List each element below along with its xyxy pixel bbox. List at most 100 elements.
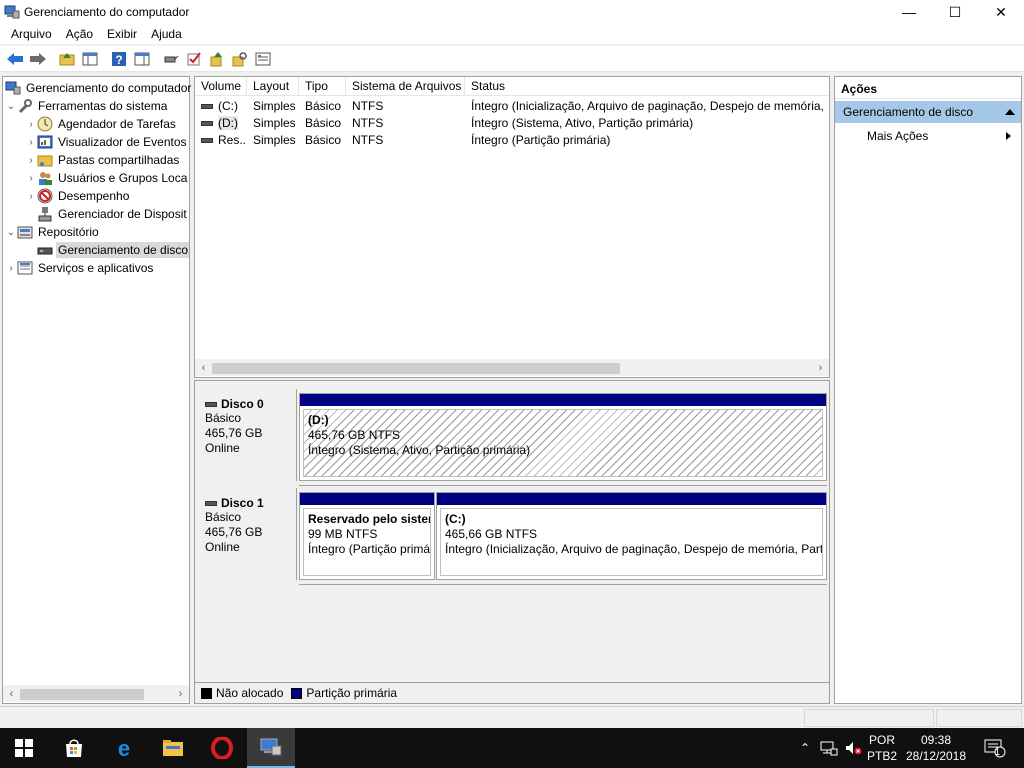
computer-management-icon [4,4,20,20]
scroll-right-icon[interactable]: › [172,688,189,700]
partition-c[interactable]: (C:) 465,66 GB NTFS Íntegro (Inicializaç… [436,492,827,580]
start-icon[interactable] [0,728,48,768]
window-title: Gerenciamento do computador [24,5,190,19]
tree-item-local-users[interactable]: › Usuários e Grupos Loca [25,169,189,187]
chevron-right-icon[interactable]: › [25,137,37,148]
minimize-button[interactable]: — [886,0,932,24]
menu-ajuda[interactable]: Ajuda [144,27,189,41]
tree-label: Repositório [38,225,99,239]
chevron-down-icon[interactable]: ⌄ [5,101,17,112]
tree-item-shared-folders[interactable]: › Pastas compartilhadas [25,151,181,169]
disk-management-icon [37,242,53,258]
tree-item-event-viewer[interactable]: › Visualizador de Eventos [25,133,189,151]
column-header-filesystem[interactable]: Sistema de Arquivos [346,77,465,96]
chevron-right-icon[interactable]: › [25,119,37,130]
menu-exibir[interactable]: Exibir [100,27,144,41]
partition-system-reserved[interactable]: Reservado pelo sisten 99 MB NTFS Íntegro… [299,492,435,580]
tree-item-root[interactable]: Gerenciamento do computador [5,79,193,97]
tree-item-disk-management[interactable]: Gerenciamento de disco [37,241,189,259]
partition-type-bar [437,493,826,505]
menu-acao[interactable]: Ação [59,27,100,41]
legend: Não alocado Partição primária [194,682,830,704]
tree-item-performance[interactable]: › Desempenho [25,187,131,205]
table-row[interactable]: (C:) Simples Básico NTFS Íntegro (Inicia… [195,97,829,114]
primary-swatch [291,687,303,699]
scroll-left-icon[interactable]: ‹ [3,688,20,700]
help-icon[interactable]: ? [107,48,130,70]
show-hide-tree-icon[interactable] [78,48,101,70]
up-folder-icon[interactable] [55,48,78,70]
column-header-layout[interactable]: Layout [247,77,299,96]
network-icon[interactable] [818,728,840,768]
connect-icon[interactable] [159,48,182,70]
disk-1-label[interactable]: Disco 1 Básico 465,76 GB Online [199,488,297,580]
maximize-button[interactable]: ☐ [932,0,978,24]
partition-d[interactable]: (D:) 465,76 GB NTFS Íntegro (Sistema, At… [299,393,827,481]
divider [299,485,827,486]
table-row[interactable]: (D:) Simples Básico NTFS Íntegro (Sistem… [195,114,829,131]
tree-label: Gerenciador de Disposit [58,207,187,221]
notifications-icon[interactable]: 1 [980,728,1010,768]
console-icon[interactable] [130,48,153,70]
performance-icon [37,188,53,204]
menu-arquivo[interactable]: Arquivo [4,27,59,41]
tree-item-system-tools[interactable]: ⌄ Ferramentas do sistema [5,97,169,115]
chevron-right-icon[interactable]: › [5,263,17,274]
collapse-icon[interactable] [1005,109,1015,115]
partition-body: (D:) 465,76 GB NTFS Íntegro (Sistema, At… [303,409,823,477]
tree-item-task-scheduler[interactable]: › Agendador de Tarefas [25,115,178,133]
tree-item-storage[interactable]: ⌄ Repositório [5,223,101,241]
services-icon [17,260,33,276]
opera-icon[interactable] [198,728,246,768]
store-icon[interactable] [50,728,98,768]
event-viewer-icon [37,134,53,150]
status-segment [804,709,934,727]
partition-body: Reservado pelo sisten 99 MB NTFS Íntegro… [303,508,431,576]
taskbar: e ⌃ POR PTB2 09:38 28/12/2018 1 [0,728,1024,768]
actions-section-disk-management[interactable]: Gerenciamento de disco [835,101,1021,123]
navigation-tree: Gerenciamento do computador ⌄ Ferramenta… [2,76,193,704]
close-button[interactable]: ✕ [978,0,1024,24]
column-header-type[interactable]: Tipo [299,77,346,96]
tree-label: Ferramentas do sistema [38,99,168,113]
svg-text:?: ? [115,53,122,67]
table-row[interactable]: Res... Simples Básico NTFS Íntegro (Part… [195,131,829,148]
tree-label: Visualizador de Eventos [58,135,187,149]
show-hidden-icons-icon[interactable]: ⌃ [796,728,814,768]
partition-body: (C:) 465,66 GB NTFS Íntegro (Inicializaç… [440,508,823,576]
back-arrow-icon[interactable] [3,48,26,70]
explorer-icon[interactable] [149,728,197,768]
column-header-status[interactable]: Status [465,77,829,96]
volume-list: Volume Layout Tipo Sistema de Arquivos S… [194,76,830,378]
toolbar: ? [0,46,1024,72]
language-indicator[interactable]: POR PTB2 [864,732,900,764]
chevron-down-icon[interactable]: ⌄ [5,227,17,238]
forward-arrow-icon[interactable] [26,48,49,70]
export-icon[interactable] [205,48,228,70]
volume-list-header: Volume Layout Tipo Sistema de Arquivos S… [195,77,829,96]
find-icon[interactable] [228,48,251,70]
unallocated-swatch [201,687,212,699]
computer-management-icon[interactable] [247,728,295,768]
column-header-volume[interactable]: Volume [195,77,247,96]
storage-icon [17,224,33,240]
tree-item-device-manager[interactable]: Gerenciador de Disposit [37,205,189,223]
tree-horizontal-scrollbar[interactable]: ‹ › [3,685,189,702]
chevron-right-icon[interactable]: › [25,155,37,166]
more-actions-item[interactable]: Mais Ações [867,127,1017,145]
volume-muted-icon[interactable] [842,728,864,768]
edge-icon[interactable]: e [100,728,148,768]
divider [299,584,827,585]
properties-icon[interactable] [251,48,274,70]
tree-item-services[interactable]: › Serviços e aplicativos [5,259,155,277]
disk-0-label[interactable]: Disco 0 Básico 465,76 GB Online [199,389,297,481]
clock[interactable]: 09:38 28/12/2018 [902,732,970,764]
volume-icon [201,137,213,143]
check-icon[interactable] [182,48,205,70]
scroll-left-icon[interactable]: ‹ [195,362,212,374]
chevron-right-icon[interactable]: › [25,173,37,184]
chevron-right-icon[interactable]: › [25,191,37,202]
scroll-right-icon[interactable]: › [812,362,829,374]
volume-list-horizontal-scrollbar[interactable]: ‹ › [195,359,829,376]
tree-label: Desempenho [58,189,130,203]
